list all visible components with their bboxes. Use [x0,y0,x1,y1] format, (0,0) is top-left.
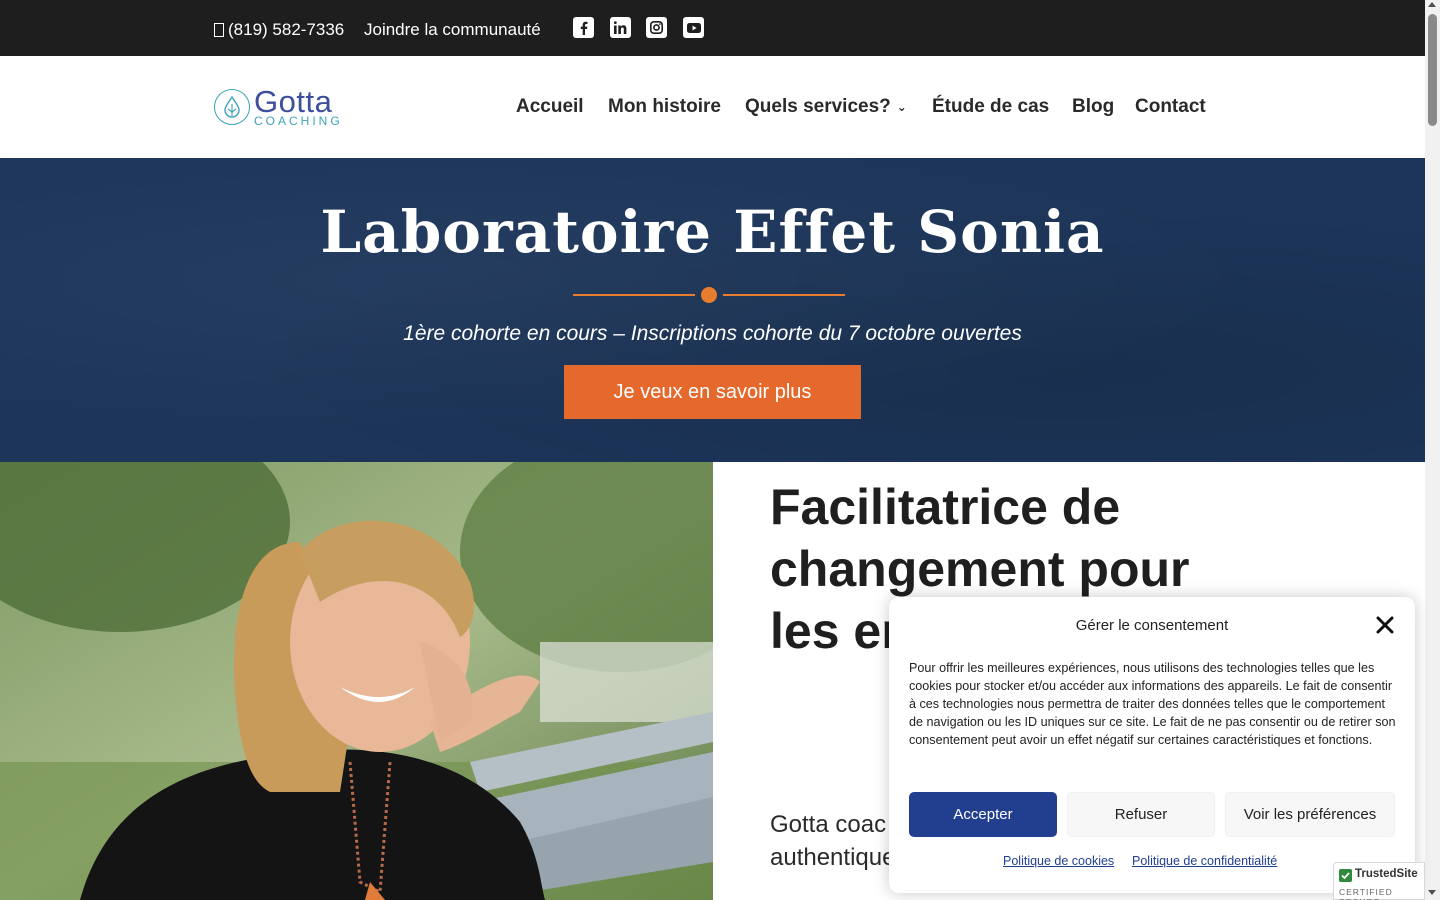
nav-accueil[interactable]: Accueil [516,96,584,118]
checkmark-icon [1339,869,1352,882]
privacy-policy-link[interactable]: Politique de confidentialité [1132,854,1277,868]
top-bar: (819) 582-7336 Joindre la communauté [0,0,1425,56]
nav-contact[interactable]: Contact [1135,96,1206,118]
logo-wordmark: Gotta [254,84,333,119]
logo-subtitle: COACHING [254,114,343,128]
scroll-down-arrow-icon[interactable] [1428,890,1436,895]
view-preferences-button[interactable]: Voir les préférences [1225,792,1395,837]
hero-banner: Laboratoire Effet Sonia 1ère cohorte en … [0,158,1425,462]
phone-link[interactable]: (819) 582-7336 [214,20,344,40]
nav-blog[interactable]: Blog [1072,96,1114,118]
linkedin-icon[interactable] [610,17,631,38]
accept-button[interactable]: Accepter [909,792,1057,837]
divider-dot-icon [701,287,717,303]
hero-title: Laboratoire Effet Sonia [320,198,1105,266]
consent-text: Pour offrir les meilleures expériences, … [909,661,1396,747]
trustedsite-cert: CERTIFIED SECURE [1339,887,1393,900]
trustedsite-name: TrustedSite [1355,868,1418,880]
nav-quels-services[interactable]: Quels services? ⌄ [745,96,907,118]
page-scrollbar[interactable] [1425,0,1440,900]
consent-title: Gérer le consentement [1075,617,1229,634]
logo-mark-icon [214,88,250,125]
site-header: Gotta COACHING Accueil Mon histoire Quel… [0,56,1425,158]
nav-mon-histoire[interactable]: Mon histoire [608,96,721,118]
phone-icon [214,23,224,37]
nav-quels-services-label: Quels services? [745,96,891,117]
scroll-up-arrow-icon[interactable] [1428,2,1436,7]
gotta-coaching-logo[interactable]: Gotta COACHING [214,86,343,127]
learn-more-button[interactable]: Je veux en savoir plus [564,365,861,419]
close-icon[interactable] [1375,615,1395,635]
hero-divider [573,287,853,303]
trustedsite-badge[interactable]: TrustedSite CERTIFIED SECURE [1333,862,1425,900]
nav-etude-de-cas[interactable]: Étude de cas [932,96,1049,118]
chevron-down-icon: ⌄ [896,99,907,114]
cookie-consent-dialog: Gérer le consentement Pour offrir les me… [889,597,1415,893]
instagram-icon[interactable] [646,17,667,38]
scrollbar-thumb[interactable] [1428,14,1437,126]
facebook-icon[interactable] [573,17,594,38]
youtube-icon[interactable] [683,17,704,38]
cookie-policy-link[interactable]: Politique de cookies [1003,854,1114,868]
join-community-link[interactable]: Joindre la communauté [364,20,541,40]
hero-subtitle: 1ère cohorte en cours – Inscriptions coh… [403,322,1022,345]
coach-portrait-photo [0,462,713,900]
phone-number: (819) 582-7336 [228,20,345,39]
refuse-button[interactable]: Refuser [1067,792,1215,837]
